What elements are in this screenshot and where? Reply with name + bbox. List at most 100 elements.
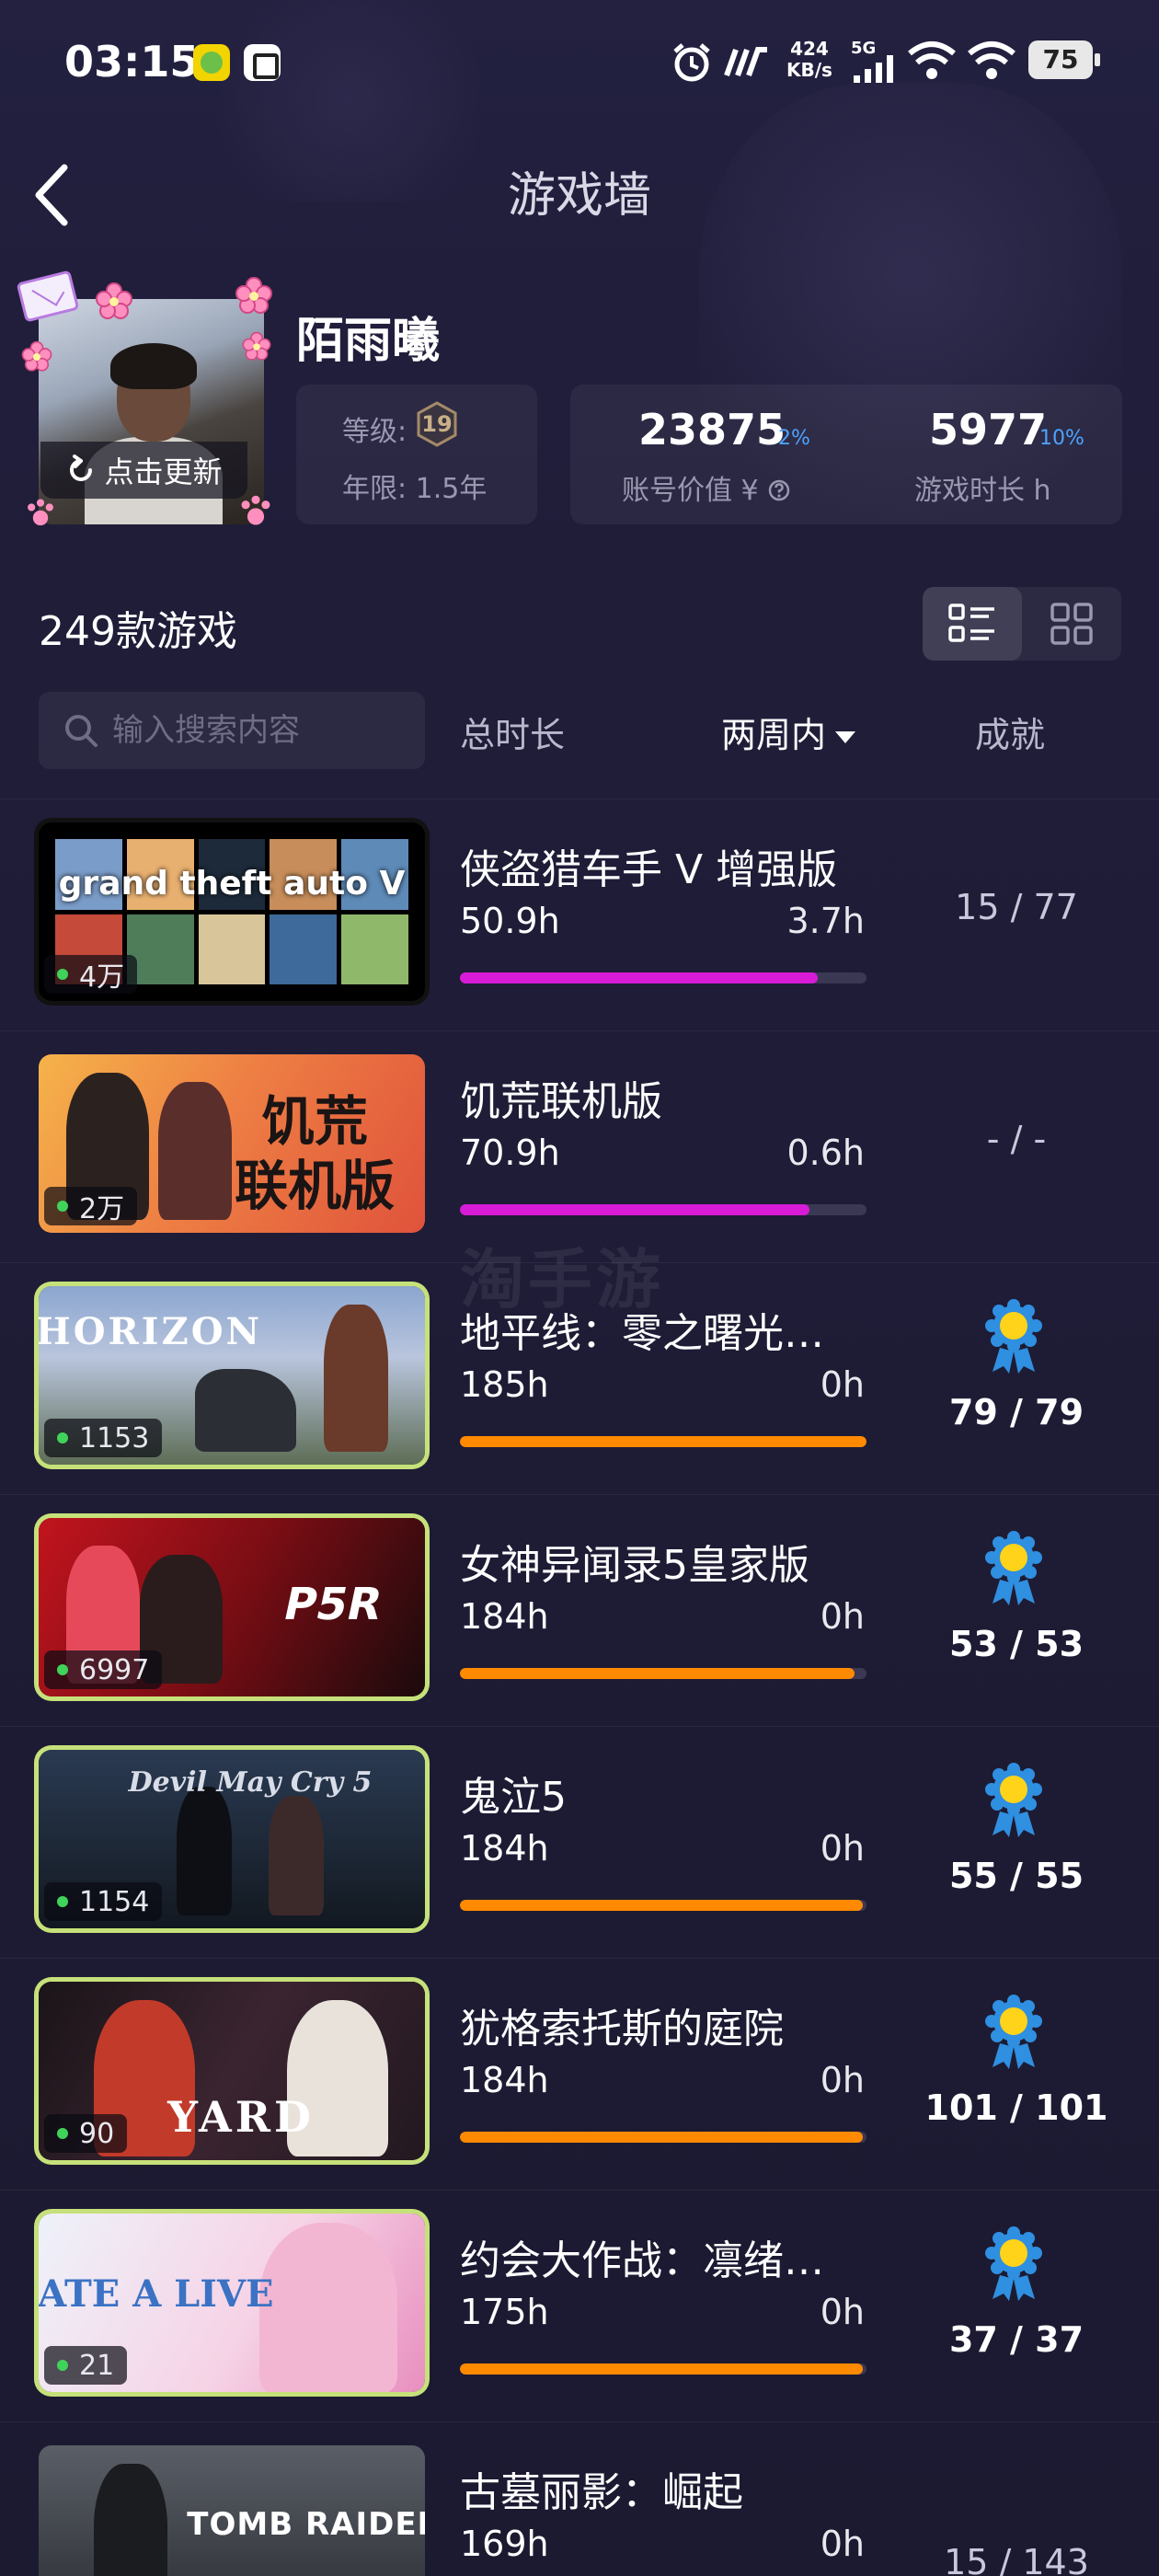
recent-time: 0h	[820, 1364, 865, 1405]
game-row[interactable]: DATE A LIVE 21 约会大作战：凛绪… 175h 0h 37 / 37	[0, 2190, 1159, 2421]
app-notification-icon	[193, 44, 230, 81]
owners-count: 21	[79, 2349, 115, 2382]
playtime-bar-fill	[460, 972, 818, 983]
owners-count: 90	[79, 2117, 115, 2150]
level-label: 等级:	[342, 416, 407, 448]
game-row[interactable]: TOMB RAIDER 古墓丽影：崛起 169h 0h 15 / 143	[0, 2421, 1159, 2576]
online-dot	[57, 969, 68, 980]
playtime-bar	[460, 1204, 866, 1215]
avatar-frame[interactable]: 点击更新	[16, 270, 287, 538]
username: 陌雨曦	[296, 314, 441, 369]
recent-time: 0h	[820, 2524, 865, 2564]
cover-title: Devil May Cry 5	[128, 1766, 373, 1799]
flower-decoration-icon	[96, 282, 132, 319]
game-cover: grand theft auto V 4万	[39, 822, 425, 1001]
net-speed-value: 424	[790, 38, 829, 60]
playtime-bar	[460, 2132, 866, 2143]
grid-view-icon	[1050, 603, 1093, 645]
game-row[interactable]: grand theft auto V 4万 侠盗猎车手 V 增强版 50.9h …	[0, 799, 1159, 1030]
help-icon[interactable]	[767, 478, 791, 502]
recent-time: 0h	[820, 1596, 865, 1637]
nfc-icon	[724, 47, 767, 77]
playtime-bar	[460, 1436, 866, 1447]
achievements: 79 / 79	[948, 1392, 1084, 1432]
cover-art: TOMB RAIDER	[39, 2445, 425, 2576]
game-title: 约会大作战：凛绪…	[460, 2237, 824, 2284]
games-count: 249款游戏	[39, 608, 237, 655]
owners-badge: 1153	[44, 1419, 163, 1457]
cover-title: grand theft auto V	[58, 865, 406, 903]
cover-art-figure	[324, 1305, 388, 1452]
owners-badge: 90	[44, 2114, 128, 2153]
game-cover: HORIZON 1153	[39, 1286, 425, 1465]
paw-decoration-icon-2	[241, 495, 270, 525]
online-dot	[57, 1664, 68, 1675]
app-notification-icon-2	[244, 44, 281, 81]
game-cover: Devil May Cry 5 1154	[39, 1750, 425, 1928]
cover-title: DATE A LIVE	[39, 2272, 274, 2316]
owners-count: 6997	[79, 1653, 150, 1686]
achievement-medal-icon	[985, 1763, 1042, 1837]
net-speed: 424 KB/s	[786, 39, 832, 81]
owners-count: 1153	[79, 1421, 150, 1455]
playtime-bar-fill	[460, 1900, 863, 1911]
search-icon	[65, 715, 98, 747]
sort-achievements[interactable]: 成就	[975, 707, 1045, 757]
search-box[interactable]	[39, 692, 425, 769]
achievements: 37 / 37	[948, 2319, 1084, 2360]
online-dot	[57, 1432, 68, 1443]
cover-art-figure-2	[158, 1082, 232, 1220]
list-view-button[interactable]	[923, 587, 1022, 661]
years-label: 年限: 1.5年	[342, 473, 488, 505]
achievement-medal-icon	[985, 1995, 1042, 2069]
total-time: 184h	[460, 2060, 549, 2100]
play-time-label: 游戏时长 h	[914, 475, 1051, 507]
game-row[interactable]: P5R 6997 女神异闻录5皇家版 184h 0h 53 / 53	[0, 1494, 1159, 1726]
page-title: 游戏墙	[507, 168, 651, 224]
account-value-label: 账号价值 ¥	[622, 467, 791, 508]
signal-icon	[854, 55, 893, 83]
refresh-button[interactable]: 点击更新	[40, 442, 247, 499]
sort-recent-time[interactable]: 两周内	[721, 707, 856, 757]
playtime-bar-fill	[460, 1204, 810, 1215]
sort-total-time[interactable]: 总时长	[460, 707, 565, 757]
net-speed-unit: KB/s	[786, 59, 832, 81]
level-badge: 19	[414, 401, 460, 447]
stats-card: 23875 2% 账号价值 ¥ 5977 10% 游戏时长 h	[570, 385, 1122, 524]
search-input[interactable]	[112, 712, 407, 749]
alarm-icon	[673, 43, 710, 82]
total-time: 185h	[460, 1364, 549, 1405]
flower-decoration-icon-4	[242, 331, 271, 361]
grid-view-button[interactable]	[1022, 587, 1121, 661]
play-time-pct: 10%	[1039, 427, 1084, 450]
online-dot	[57, 1201, 68, 1212]
game-row[interactable]: Devil May Cry 5 1154 鬼泣5 184h 0h 55 / 55	[0, 1726, 1159, 1958]
owners-count: 1154	[79, 1885, 150, 1918]
achievements: 55 / 55	[948, 1856, 1084, 1896]
owners-count: 4万	[79, 961, 125, 994]
sort-recent-label: 两周内	[721, 715, 827, 755]
game-row[interactable]: YARD 90 犹格索托斯的庭院 184h 0h 101 / 101	[0, 1958, 1159, 2190]
cover-title: YARD	[167, 2092, 315, 2142]
cover-art-figure-2	[269, 1796, 324, 1915]
game-title: 鬼泣5	[460, 1774, 567, 1821]
cover-art-figure	[259, 2223, 397, 2392]
game-title: 饥荒联机版	[460, 1078, 662, 1125]
account-value-label-text: 账号价值 ¥	[622, 475, 759, 507]
status-time: 03:15	[64, 37, 200, 86]
level-value: 19	[421, 411, 453, 437]
cover-art-figure	[177, 1787, 232, 1915]
game-cover: YARD 90	[39, 1982, 425, 2160]
recent-time: 3.7h	[786, 901, 865, 941]
total-time: 169h	[460, 2524, 549, 2564]
total-time: 70.9h	[460, 1133, 560, 1173]
owners-count: 2万	[79, 1193, 125, 1225]
battery-indicator: 75	[1028, 40, 1100, 79]
game-cover: 饥荒 联机版 2万	[39, 1054, 425, 1233]
achievement-medal-icon	[985, 2226, 1042, 2301]
online-dot	[57, 2128, 68, 2139]
game-cover: DATE A LIVE 21	[39, 2214, 425, 2392]
achievements: 15 / 77	[955, 887, 1078, 927]
game-cover: TOMB RAIDER	[39, 2445, 425, 2576]
caret-down-icon	[835, 731, 856, 743]
